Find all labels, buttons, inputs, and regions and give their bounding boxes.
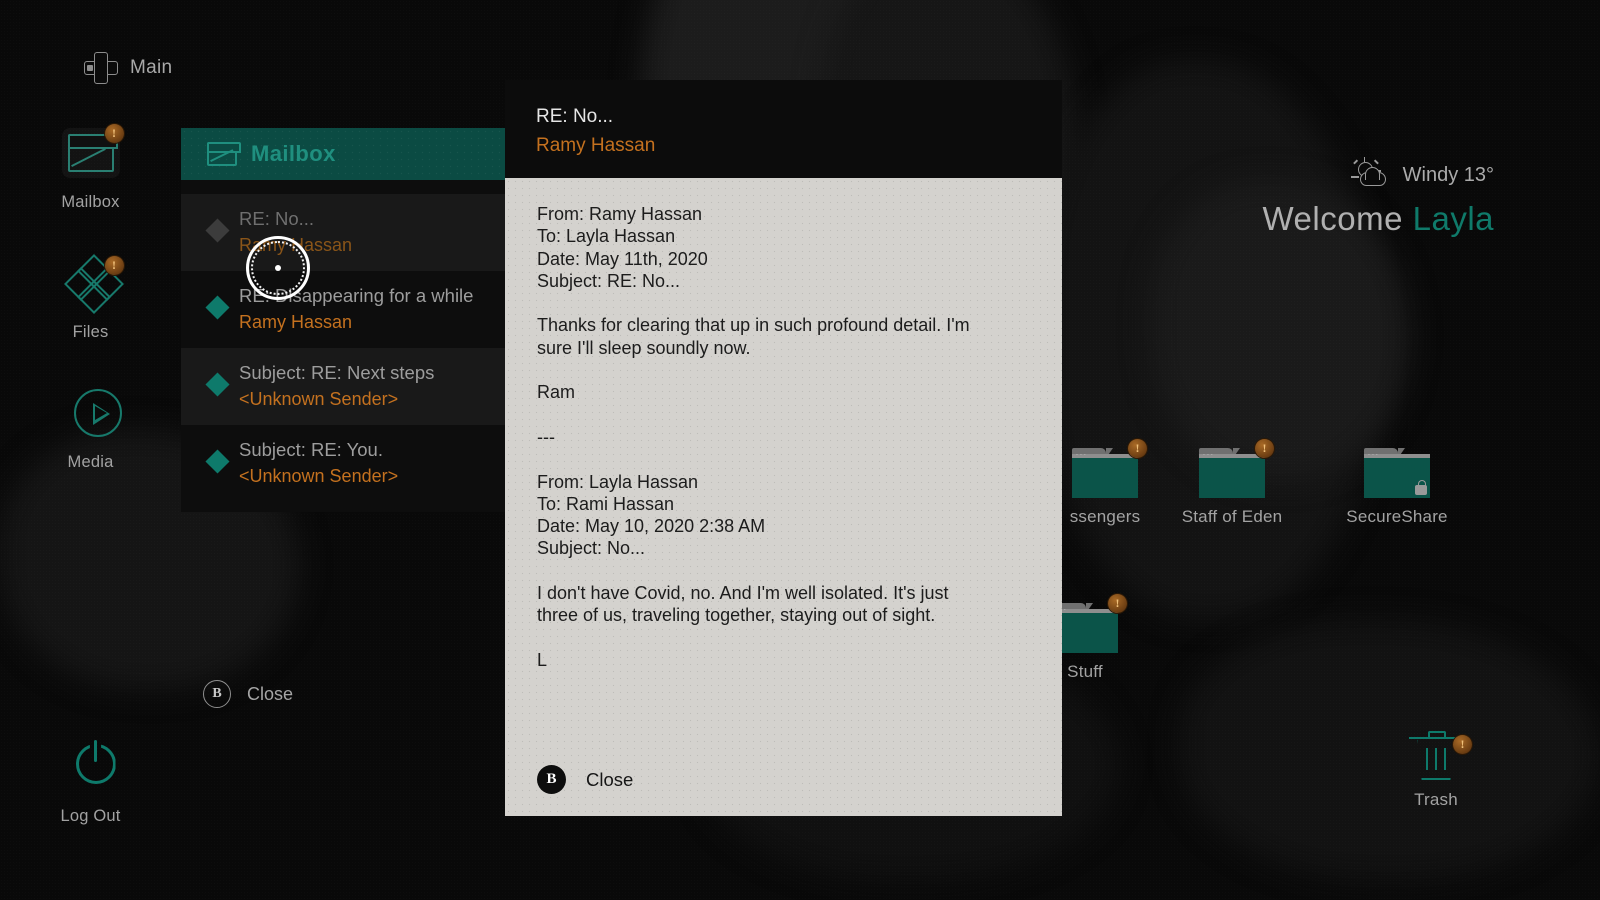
modal-body: From: Ramy Hassan To: Layla Hassan Date:… <box>505 178 1062 816</box>
mailbox-close-button[interactable]: B Close <box>203 680 293 708</box>
button-b-icon: B <box>203 680 231 708</box>
lock-icon <box>1415 480 1427 495</box>
welcome-message: Welcome Layla <box>1263 200 1495 238</box>
close-label: Close <box>586 768 634 790</box>
alert-badge: ! <box>104 124 124 143</box>
trash-item[interactable]: ! Trash <box>1361 731 1511 810</box>
cursor-reticle <box>246 236 310 300</box>
email-line: To: Layla Hassan <box>537 226 676 247</box>
folder-icon: ... ! <box>1072 439 1147 498</box>
folder-secureshare[interactable]: ... SecureShare <box>1322 448 1472 527</box>
email-line: Ram <box>537 382 576 403</box>
alert-badge: ! <box>1453 735 1472 754</box>
alert-badge: ! <box>104 256 124 275</box>
power-icon <box>60 740 122 796</box>
modal-subject: RE: No... <box>536 106 614 127</box>
unread-marker-icon <box>205 295 230 320</box>
partly-cloudy-windy-icon <box>1350 157 1391 190</box>
email-line: --- <box>537 426 555 447</box>
folder-label: SecureShare <box>1346 507 1448 526</box>
alert-badge: ! <box>1108 594 1127 613</box>
left-rail: Main ! Mailbox ! Files Media Log Out <box>0 0 181 900</box>
email-line: Thanks for clearing that up in such prof… <box>537 315 970 336</box>
main-label: Main <box>130 57 173 78</box>
sidebar-item-label: Files <box>72 323 109 341</box>
modal-sender: Ramy Hassan <box>536 135 656 156</box>
modal-close-button[interactable]: B Close <box>537 765 633 794</box>
sidebar-item-label: Mailbox <box>61 193 120 211</box>
mailbox-icon: ! <box>60 124 124 182</box>
sidebar-item-files[interactable]: ! Files <box>0 254 181 342</box>
unread-marker-icon <box>205 449 230 474</box>
email-line <box>537 359 1062 381</box>
alert-badge: ! <box>1128 439 1147 458</box>
email-line <box>537 448 1062 470</box>
email-line: From: Layla Hassan <box>537 471 699 492</box>
sidebar-item-label: Media <box>67 453 114 471</box>
sidebar-item-media[interactable]: Media <box>0 386 181 472</box>
email-line: To: Rami Hassan <box>537 493 675 514</box>
button-b-icon: B <box>537 765 566 794</box>
sidebar-item-logout[interactable]: Log Out <box>0 740 181 826</box>
alert-badge: ! <box>1255 439 1274 458</box>
folder-icon: ... <box>1364 448 1430 498</box>
email-line: From: Ramy Hassan <box>537 204 703 224</box>
sidebar-item-mailbox[interactable]: ! Mailbox <box>0 124 181 212</box>
email-line: Subject: RE: No... <box>537 270 681 291</box>
mailbox-icon <box>207 142 241 166</box>
email-line: Date: May 11th, 2020 <box>537 248 708 269</box>
email-line: Date: May 10, 2020 2:38 AM <box>537 516 766 537</box>
email-line <box>537 404 1062 426</box>
email-line: Subject: No... <box>537 538 646 559</box>
folder-icon: ... ! <box>1199 439 1274 498</box>
files-icon: ! <box>60 254 124 314</box>
folder-staff-of-eden[interactable]: ... ! Staff of Eden <box>1157 439 1307 527</box>
folder-label: Staff of Eden <box>1181 507 1283 526</box>
email-line <box>537 627 1062 649</box>
welcome-prefix: Welcome <box>1262 200 1403 237</box>
dpad-icon <box>84 52 118 84</box>
trash-label: Trash <box>1414 790 1458 809</box>
email-line: L <box>537 649 548 670</box>
page-title: Mailbox <box>251 141 336 166</box>
weather-widget: Windy 13° <box>1350 157 1494 190</box>
email-line <box>537 560 1062 582</box>
unread-marker-icon <box>205 218 230 243</box>
sidebar-item-label: Log Out <box>60 807 121 825</box>
close-label: Close <box>247 683 294 704</box>
media-icon <box>60 386 122 442</box>
email-line: sure I'll sleep soundly now. <box>537 337 751 358</box>
modal-header: RE: No... Ramy Hassan <box>505 80 1062 178</box>
email-line: three of us, traveling together, staying… <box>537 605 936 626</box>
weather-text: Windy 13° <box>1402 163 1494 186</box>
unread-marker-icon <box>205 372 230 397</box>
main-indicator: Main <box>84 52 172 84</box>
email-reader-modal: RE: No... Ramy Hassan From: Ramy Hassan … <box>505 80 1062 816</box>
welcome-user: Layla <box>1412 200 1494 237</box>
email-line: I don't have Covid, no. And I'm well iso… <box>537 583 949 604</box>
email-line <box>537 292 1062 314</box>
trash-icon: ! <box>1409 731 1472 781</box>
